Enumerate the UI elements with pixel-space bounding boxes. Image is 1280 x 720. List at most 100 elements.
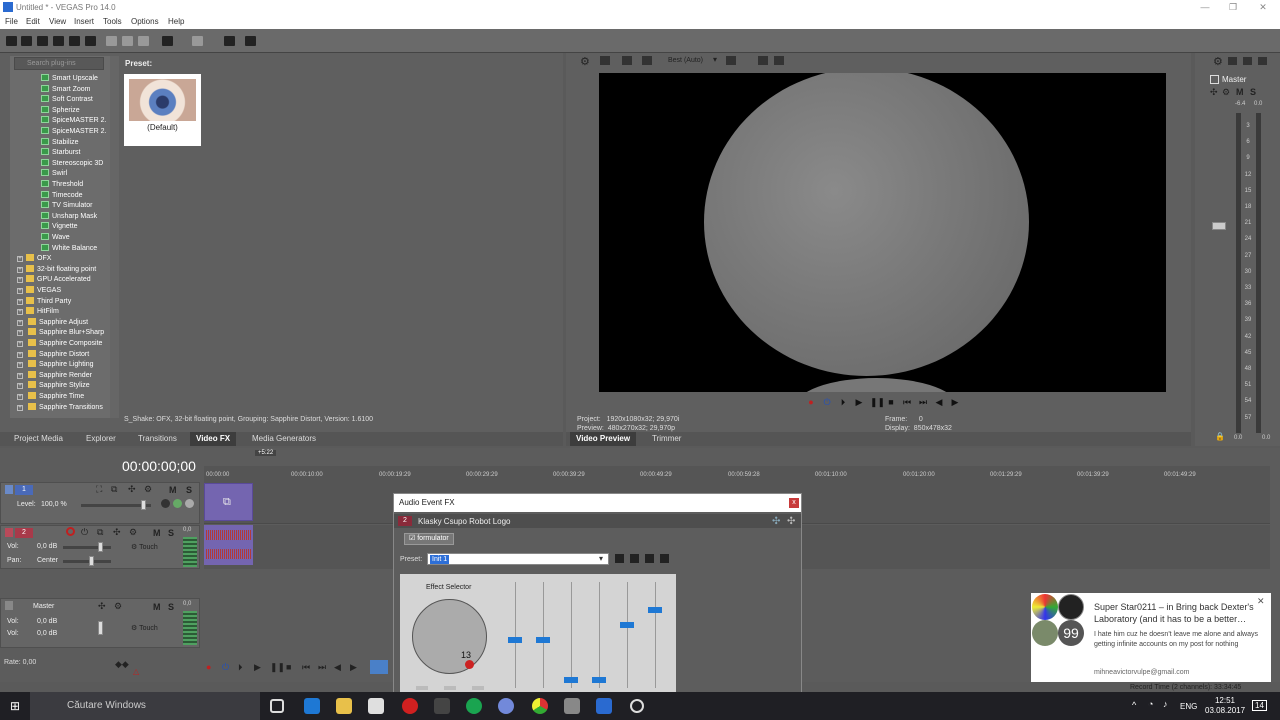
tab-video-fx[interactable]: Video FX: [190, 432, 237, 446]
gear-icon[interactable]: ⚙: [1213, 55, 1223, 68]
overlay-icon[interactable]: [622, 56, 632, 65]
chevron-down-icon[interactable]: ▾: [599, 554, 603, 563]
tree-folder-item[interactable]: + Sapphire Lighting: [17, 360, 94, 370]
tab-transitions[interactable]: Transitions: [132, 432, 183, 446]
audio-mute-button[interactable]: M: [153, 528, 161, 538]
collapse-track-icon[interactable]: [5, 485, 13, 494]
remove-plugin-icon[interactable]: ✣: [787, 516, 795, 527]
menu-edit[interactable]: Edit: [26, 17, 40, 26]
marker-label[interactable]: +5:22: [255, 450, 277, 456]
tab-explorer[interactable]: Explorer: [80, 432, 122, 446]
save-snapshot-icon[interactable]: [774, 56, 784, 65]
audio-track-header[interactable]: 2 ⏻ ⧉ ✣ ⚙ M S 0,0 Vol: 0,0 dB ⚙ Touch Pa…: [0, 525, 200, 569]
master-track-mute[interactable]: M: [153, 602, 161, 612]
gear-icon[interactable]: ⚙: [144, 484, 152, 495]
tree-folder-item[interactable]: + Sapphire Stylize: [17, 381, 90, 391]
timeline-loop-icon[interactable]: ⏻: [222, 662, 229, 673]
tree-folder-item[interactable]: + Third Party: [17, 296, 71, 307]
expand-icon[interactable]: +: [17, 394, 23, 400]
app-icon[interactable]: [564, 698, 580, 714]
action-center-icon[interactable]: 14: [1252, 700, 1267, 711]
taskbar-clock[interactable]: 12:51 03.08.2017: [1205, 696, 1245, 716]
cut-icon[interactable]: [106, 36, 117, 46]
expand-icon[interactable]: +: [17, 341, 23, 347]
expand-icon[interactable]: +: [17, 319, 23, 326]
preview-quality-select[interactable]: Best (Auto): [668, 57, 703, 64]
master-solo-button[interactable]: S: [1250, 87, 1256, 97]
plugin-manager-icon[interactable]: [224, 36, 235, 46]
video-solo-button[interactable]: S: [186, 485, 192, 495]
master-vol-fader[interactable]: [98, 621, 103, 635]
timeline-record-icon[interactable]: ●: [206, 662, 211, 672]
grid-icon[interactable]: [726, 56, 736, 65]
tree-plugin-item[interactable]: TV Simulator: [41, 201, 92, 211]
dialog-close-button[interactable]: x: [789, 498, 799, 508]
pause-icon[interactable]: ❚❚: [870, 397, 885, 407]
tree-plugin-item[interactable]: White Balance: [41, 243, 97, 254]
normal-edit-tool-icon[interactable]: [370, 660, 388, 674]
pan-slider-thumb[interactable]: [89, 556, 94, 566]
network-icon[interactable]: ◔: [1148, 699, 1153, 709]
button-2[interactable]: [444, 686, 456, 690]
phase-icon[interactable]: ⏻: [81, 527, 88, 538]
next-frame-icon[interactable]: ▶: [950, 397, 960, 407]
preset-dropdown[interactable]: Init 1 ▾: [427, 553, 609, 565]
open-icon[interactable]: [21, 36, 32, 46]
input-icon[interactable]: ⧉: [97, 527, 103, 538]
stop-icon[interactable]: ■: [886, 397, 896, 407]
gear-icon[interactable]: ⚙: [114, 601, 122, 612]
tree-plugin-item[interactable]: Spherize: [41, 105, 80, 116]
tree-folder-item[interactable]: + HitFilm: [17, 307, 59, 317]
chevron-up-icon[interactable]: ^: [1132, 700, 1136, 710]
volume-icon[interactable]: ♪: [1163, 699, 1168, 709]
redo-icon[interactable]: [192, 36, 203, 46]
language-indicator[interactable]: ENG: [1180, 702, 1197, 711]
expand-icon[interactable]: +: [17, 372, 23, 379]
search-plugins-input[interactable]: Search plug-ins: [14, 57, 104, 70]
plugin-tab-formulator[interactable]: ☑ formulator: [404, 533, 454, 545]
external-monitor-icon[interactable]: [642, 56, 652, 65]
tree-plugin-item[interactable]: Soft Contrast: [41, 95, 93, 105]
expand-icon[interactable]: +: [17, 256, 23, 263]
chrome-icon[interactable]: [532, 698, 548, 714]
level-slider-thumb[interactable]: [141, 500, 146, 510]
tree-scrollbar[interactable]: [110, 56, 119, 418]
expand-icon[interactable]: +: [17, 309, 23, 316]
expand-icon[interactable]: +: [17, 383, 23, 390]
expand-icon[interactable]: +: [17, 362, 23, 369]
master-checkbox[interactable]: [1210, 75, 1219, 84]
properties-icon[interactable]: [85, 36, 96, 46]
touch-dropdown[interactable]: ⚙ Touch: [131, 543, 158, 551]
task-view-icon[interactable]: [270, 699, 284, 713]
gear-icon[interactable]: ⚙: [129, 527, 137, 538]
vol-slider-thumb[interactable]: [98, 542, 103, 552]
tree-folder-item[interactable]: +32-bit floating point: [17, 264, 96, 275]
collapse-track-icon[interactable]: [5, 601, 13, 610]
new-icon[interactable]: [6, 36, 17, 46]
tree-plugin-item[interactable]: SpiceMASTER 2.: [41, 127, 106, 137]
timeline-play-icon[interactable]: ▶: [254, 662, 261, 673]
tree-plugin-item[interactable]: Timecode: [41, 190, 82, 201]
audio-event[interactable]: [204, 525, 253, 565]
rate-slider-icon[interactable]: ◆◆: [115, 659, 129, 670]
pan-slider[interactable]: [63, 560, 111, 563]
vegas-icon[interactable]: [596, 698, 612, 714]
timeline-end-icon[interactable]: ⏭: [318, 662, 326, 673]
close-button[interactable]: ✕: [1248, 0, 1278, 15]
taskbar-search-box[interactable]: Căutare Windows: [30, 692, 260, 720]
video-track-header[interactable]: 1 ⛶ ⧉ ✣ ⚙ M S Level: 100,0 %: [0, 482, 200, 524]
tab-media-generators[interactable]: Media Generators: [246, 432, 322, 446]
tree-plugin-item[interactable]: Smart Zoom: [41, 84, 91, 95]
fx-icon[interactable]: ✣: [1210, 87, 1218, 98]
tree-plugin-item[interactable]: Starburst: [41, 148, 80, 158]
plugin-info-icon[interactable]: [660, 554, 669, 563]
fx-icon[interactable]: ✣: [128, 484, 136, 495]
tree-folder-item[interactable]: + Sapphire Blur+Sharp: [17, 328, 104, 338]
composite-icon[interactable]: ⧉: [111, 484, 117, 495]
tab-project-media[interactable]: Project Media: [8, 432, 69, 446]
expand-icon[interactable]: +: [17, 404, 23, 411]
store-icon[interactable]: [368, 698, 384, 714]
menu-insert[interactable]: Insert: [74, 17, 94, 26]
child-icon[interactable]: [185, 499, 194, 508]
record-icon[interactable]: ●: [806, 397, 816, 407]
